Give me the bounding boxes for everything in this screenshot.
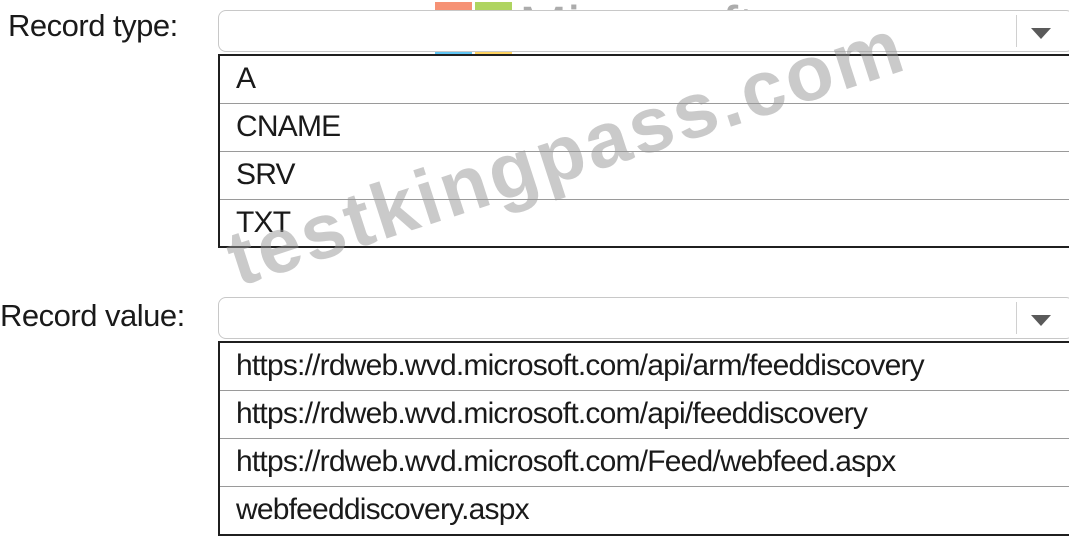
dropdown-divider [1016, 15, 1017, 47]
record-value-option-arm-feeddiscovery[interactable]: https://rdweb.wvd.microsoft.com/api/arm/… [220, 343, 1069, 391]
record-type-option-cname[interactable]: CNAME [220, 104, 1069, 152]
dropdown-divider [1016, 302, 1017, 334]
record-type-label: Record type: [8, 8, 178, 43]
record-value-option-webfeeddiscovery[interactable]: webfeeddiscovery.aspx [220, 487, 1069, 535]
chevron-down-icon[interactable] [1031, 315, 1051, 326]
record-value-option-webfeed[interactable]: https://rdweb.wvd.microsoft.com/Feed/web… [220, 439, 1069, 487]
record-value-option-api-feeddiscovery[interactable]: https://rdweb.wvd.microsoft.com/api/feed… [220, 391, 1069, 439]
record-type-option-srv[interactable]: SRV [220, 152, 1069, 200]
record-value-options: https://rdweb.wvd.microsoft.com/api/arm/… [218, 341, 1069, 536]
record-type-options: A CNAME SRV TXT [218, 54, 1069, 248]
record-value-label: Record value: [0, 298, 185, 333]
chevron-down-icon[interactable] [1031, 28, 1051, 39]
record-value-dropdown[interactable] [218, 297, 1069, 339]
record-type-option-a[interactable]: A [220, 56, 1069, 104]
record-type-dropdown[interactable] [218, 10, 1069, 52]
record-type-option-txt[interactable]: TXT [220, 200, 1069, 248]
